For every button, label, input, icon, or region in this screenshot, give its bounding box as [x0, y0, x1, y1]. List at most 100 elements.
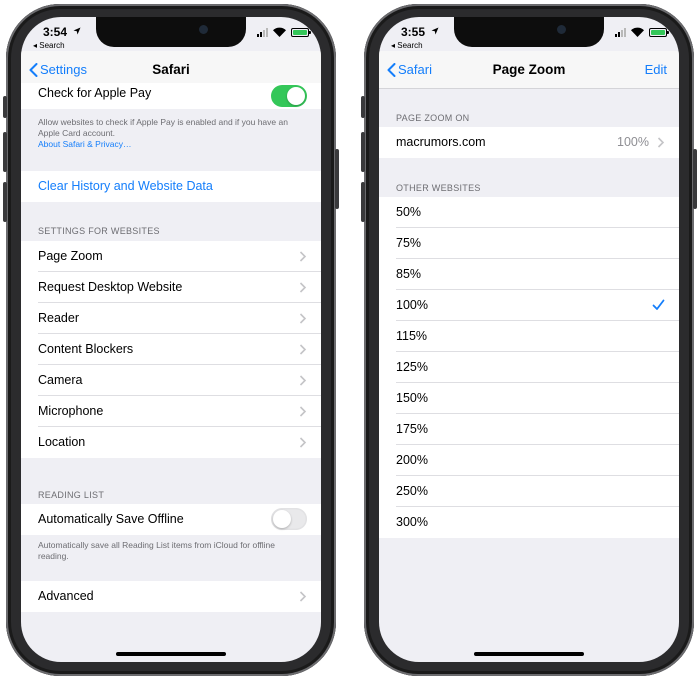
page-title: Page Zoom [492, 62, 566, 77]
navigation-bar: Safari Page Zoom Edit [379, 51, 679, 89]
settings-item-content-blockers[interactable]: Content Blockers [21, 334, 321, 365]
home-indicator[interactable] [116, 652, 226, 656]
volume-down-button [3, 182, 7, 222]
zoom-option-label: 75% [396, 236, 422, 250]
chevron-right-icon [299, 282, 307, 293]
page-zoom-site-row[interactable]: macrumors.com 100% [379, 127, 679, 158]
chevron-right-icon [657, 137, 665, 148]
notch [96, 17, 246, 47]
front-camera [199, 25, 208, 34]
site-zoom-value: 100% [617, 135, 649, 149]
location-arrow-icon [431, 27, 439, 35]
auto-save-offline-toggle[interactable] [271, 508, 307, 530]
clear-history-button[interactable]: Clear History and Website Data [38, 179, 213, 193]
settings-item-label: Reader [38, 311, 79, 325]
auto-save-offline-row: Automatically Save Offline [21, 504, 321, 535]
chevron-right-icon [299, 251, 307, 262]
zoom-option-200[interactable]: 200% [379, 445, 679, 476]
zoom-option-label: 100% [396, 298, 428, 312]
reading-list-footer: Automatically save all Reading List item… [38, 540, 276, 561]
edit-button[interactable]: Edit [645, 62, 667, 77]
chevron-right-icon [299, 344, 307, 355]
apple-pay-footer-text: Allow websites to check if Apple Pay is … [38, 117, 288, 138]
settings-item-camera[interactable]: Camera [21, 365, 321, 396]
wifi-icon [273, 27, 286, 37]
zoom-option-250[interactable]: 250% [379, 476, 679, 507]
screen-right: 3:55 ◂ Search Safari Page Zoom Edit PAGE… [379, 17, 679, 662]
zoom-option-100[interactable]: 100% [379, 290, 679, 321]
status-time: 3:54 [43, 25, 68, 39]
mute-switch [3, 96, 7, 118]
zoom-option-125[interactable]: 125% [379, 352, 679, 383]
page-title: Safari [152, 62, 190, 77]
zoom-option-label: 85% [396, 267, 422, 281]
zoom-option-label: 200% [396, 453, 428, 467]
side-button [335, 149, 339, 209]
page-zoom-list: PAGE ZOOM ON macrumors.com 100% OTHER WE… [379, 89, 679, 662]
settings-item-location[interactable]: Location [21, 427, 321, 458]
chevron-right-icon [299, 375, 307, 386]
zoom-option-label: 125% [396, 360, 428, 374]
about-safari-privacy-link[interactable]: About Safari & Privacy… [38, 139, 306, 150]
settings-for-websites-header: SETTINGS FOR WEBSITES [38, 226, 160, 236]
settings-item-label: Camera [38, 373, 83, 387]
zoom-option-85[interactable]: 85% [379, 259, 679, 290]
battery-icon [291, 28, 311, 37]
check-apple-pay-row: Check for Apple Pay [21, 83, 321, 109]
volume-up-button [3, 132, 7, 172]
zoom-option-label: 175% [396, 422, 428, 436]
volume-up-button [361, 132, 365, 172]
zoom-option-label: 50% [396, 205, 422, 219]
check-apple-pay-toggle[interactable] [271, 85, 307, 107]
chevron-right-icon [299, 406, 307, 417]
front-camera [557, 25, 566, 34]
zoom-option-175[interactable]: 175% [379, 414, 679, 445]
reading-list-header: READING LIST [38, 490, 105, 500]
zoom-option-300[interactable]: 300% [379, 507, 679, 538]
phone-frame-right: 3:55 ◂ Search Safari Page Zoom Edit PAGE… [361, 4, 697, 676]
chevron-right-icon [299, 591, 307, 602]
battery-icon [649, 28, 669, 37]
settings-item-page-zoom[interactable]: Page Zoom [21, 241, 321, 272]
location-arrow-icon [73, 27, 81, 35]
zoom-option-label: 150% [396, 391, 428, 405]
chevron-right-icon [299, 313, 307, 324]
page-zoom-on-header: PAGE ZOOM ON [396, 113, 470, 123]
settings-item-label: Location [38, 435, 86, 449]
settings-item-request-desktop-website[interactable]: Request Desktop Website [21, 272, 321, 303]
cellular-signal-icon [615, 28, 626, 37]
status-time: 3:55 [401, 25, 426, 39]
notch [454, 17, 604, 47]
settings-item-label: Page Zoom [38, 249, 103, 263]
advanced-label: Advanced [38, 589, 94, 603]
home-indicator[interactable] [474, 652, 584, 656]
back-to-search-link[interactable]: ◂ Search [33, 41, 65, 50]
settings-item-reader[interactable]: Reader [21, 303, 321, 334]
zoom-option-50[interactable]: 50% [379, 197, 679, 228]
wifi-icon [631, 27, 644, 37]
settings-item-label: Microphone [38, 404, 104, 418]
zoom-option-label: 115% [396, 329, 428, 343]
chevron-right-icon [299, 437, 307, 448]
volume-down-button [361, 182, 365, 222]
settings-item-label: Request Desktop Website [38, 280, 183, 294]
check-apple-pay-label: Check for Apple Pay [38, 86, 152, 100]
zoom-option-label: 250% [396, 484, 428, 498]
auto-save-offline-label: Automatically Save Offline [38, 512, 184, 526]
cellular-signal-icon [257, 28, 268, 37]
zoom-option-150[interactable]: 150% [379, 383, 679, 414]
zoom-option-115[interactable]: 115% [379, 321, 679, 352]
other-websites-header: OTHER WEBSITES [396, 183, 481, 193]
settings-item-label: Content Blockers [38, 342, 134, 356]
settings-list: Check for Apple Pay Allow websites to ch… [21, 83, 321, 662]
mute-switch [361, 96, 365, 118]
screen-left: 3:54 ◂ Search Settings Safari Check for … [21, 17, 321, 662]
zoom-option-label: 300% [396, 515, 428, 529]
clear-history-row[interactable]: Clear History and Website Data [21, 171, 321, 202]
site-name: macrumors.com [396, 135, 486, 149]
back-to-search-link[interactable]: ◂ Search [391, 41, 423, 50]
zoom-option-75[interactable]: 75% [379, 228, 679, 259]
settings-item-microphone[interactable]: Microphone [21, 396, 321, 427]
phone-frame-left: 3:54 ◂ Search Settings Safari Check for … [3, 4, 339, 676]
settings-item-advanced[interactable]: Advanced [21, 581, 321, 612]
